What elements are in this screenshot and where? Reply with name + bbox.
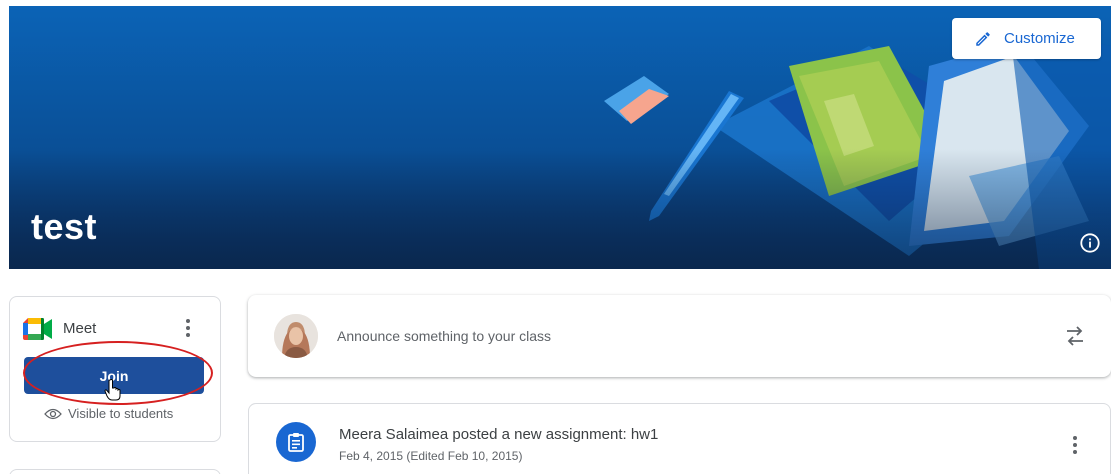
meet-logo-icon: [23, 318, 52, 340]
pencil-icon: [976, 31, 990, 46]
avatar: [274, 314, 318, 358]
assignment-icon: [276, 422, 316, 462]
avatar-image: [274, 314, 318, 358]
stream-item-date: Feb 4, 2015 (Edited Feb 10, 2015): [339, 449, 523, 463]
next-sidebar-card: [9, 469, 221, 474]
visibility-text: Visible to students: [68, 406, 174, 421]
announce-input[interactable]: Announce something to your class: [337, 328, 551, 344]
more-vert-icon[interactable]: [182, 317, 194, 339]
clipboard-icon: [288, 433, 304, 452]
customize-label: Customize: [1004, 30, 1075, 47]
visibility-row: Visible to students: [44, 406, 173, 421]
class-title: test: [31, 206, 98, 247]
info-icon[interactable]: [1079, 232, 1101, 254]
eye-icon: [44, 408, 62, 419]
more-vert-icon[interactable]: [1069, 434, 1081, 456]
class-banner: test Customize: [9, 6, 1111, 269]
meet-label: Meet: [63, 320, 97, 337]
stream-item-title[interactable]: Meera Salaimea posted a new assignment: …: [339, 426, 658, 443]
customize-button[interactable]: Customize: [952, 18, 1101, 59]
banner-shade: [9, 149, 1111, 269]
announce-card[interactable]: Announce something to your class: [248, 295, 1111, 377]
stream-item[interactable]: Meera Salaimea posted a new assignment: …: [248, 403, 1111, 474]
hand-cursor-icon: [104, 379, 121, 401]
repost-icon[interactable]: [1064, 323, 1086, 349]
